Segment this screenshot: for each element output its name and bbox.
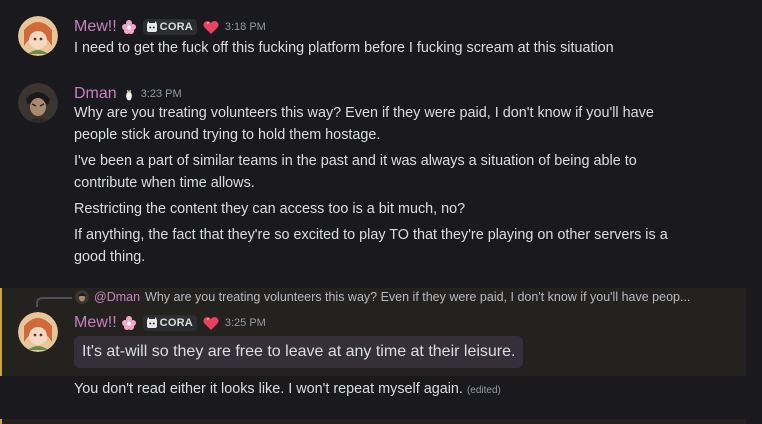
avatar[interactable] [18, 83, 58, 123]
username[interactable]: Mew!! [74, 17, 117, 37]
message-text-body: You don't read either it looks like. I w… [74, 381, 463, 397]
timestamp[interactable]: 3:18 PM [225, 21, 266, 33]
flower-icon [121, 20, 136, 34]
heart-icon [203, 20, 219, 34]
guild-tag[interactable]: CORA [142, 19, 197, 35]
highlighted-message: It's at-will so they are free to leave a… [74, 336, 524, 368]
penguin-icon [124, 89, 134, 101]
message-text: I've been a part of similar teams in the… [74, 153, 637, 169]
message-text: If anything, the fact that they're so ex… [74, 227, 668, 243]
guild-tag[interactable]: CORA [142, 315, 197, 331]
avatar[interactable] [18, 312, 58, 352]
reply-author[interactable]: @Dman [94, 290, 140, 304]
reply-avatar [75, 290, 89, 304]
message-header: Dman 3:23 PM [74, 84, 182, 104]
cat-icon [146, 317, 157, 328]
message-text: good thing. [74, 249, 146, 265]
edited-label[interactable]: (edited) [467, 385, 501, 396]
message-text: I need to get the fuck off this fucking … [74, 40, 614, 56]
timestamp[interactable]: 3:23 PM [141, 88, 182, 100]
username[interactable]: Dman [74, 84, 117, 104]
message-text: contribute when time allows. [74, 175, 255, 191]
reply-text: Why are you treating volunteers this way… [145, 290, 691, 304]
message-text: Why are you treating volunteers this way… [74, 105, 654, 121]
timestamp[interactable]: 3:25 PM [225, 317, 266, 329]
message-text: people stick around trying to hold them … [74, 127, 381, 143]
reply-preview[interactable]: @Dman Why are you treating volunteers th… [75, 290, 690, 304]
message-text: You don't read either it looks like. I w… [74, 379, 501, 401]
cat-icon [146, 21, 157, 32]
mention-highlight [0, 419, 746, 424]
message-text: Restricting the content they can access … [74, 201, 466, 217]
flower-icon [121, 316, 136, 330]
avatar[interactable] [18, 16, 58, 56]
username[interactable]: Mew!! [74, 313, 117, 333]
heart-icon [203, 316, 219, 330]
message-header: Mew!! CORA 3:25 PM [74, 313, 266, 333]
message-header: Mew!! CORA 3:18 PM [74, 17, 266, 37]
guild-tag-label: CORA [159, 21, 193, 33]
reply-spine [36, 297, 72, 307]
guild-tag-label: CORA [159, 317, 193, 329]
